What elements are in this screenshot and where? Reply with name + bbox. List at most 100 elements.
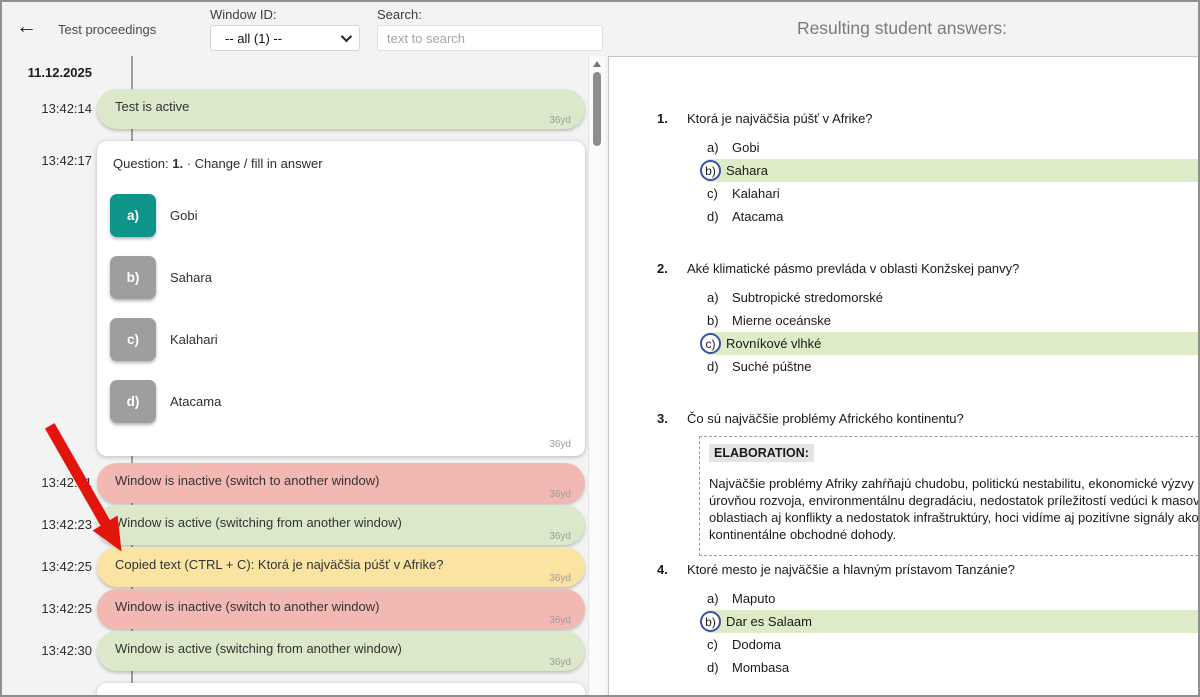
event-time: 13:42:25: [2, 589, 92, 616]
answer-option-row: b)Sahara: [110, 256, 569, 299]
question-body: Ktoré mesto je najväčšie a hlavným príst…: [687, 562, 1198, 679]
answer-option-row: a) Gobi: [110, 194, 569, 237]
option-row: a)Maputo: [707, 587, 1198, 610]
question-text: Aké klimatické pásmo prevláda v oblasti …: [687, 261, 1198, 276]
question-text: Čo sú najväčšie problémy Afrického konti…: [687, 411, 1198, 426]
window-id-selected-value: -- all (1) --: [225, 31, 335, 46]
results-title: Resulting student answers:: [606, 18, 1198, 39]
answer-option-button: c): [110, 318, 156, 361]
question-number: 1.: [172, 156, 183, 171]
option-row: d)Suché púštne: [707, 355, 1198, 378]
timeline-event-row: 13:42:25 Window is inactive (switch to an…: [2, 589, 588, 629]
top-bar: ← Test proceedings Window ID: -- all (1)…: [2, 2, 1198, 56]
event-card[interactable]: Window is inactive (switch to another wi…: [97, 589, 585, 629]
timeline-event-row: 13:42:25 Copied text (CTRL + C): Ktorá je…: [2, 547, 588, 587]
event-badge: 36yd: [549, 573, 571, 584]
question-title-prefix: Question:: [113, 156, 172, 171]
option-text: Maputo: [732, 591, 775, 606]
timeline-event-row: 13:42:23 Window is active (switching from…: [2, 505, 588, 545]
option-letter: a): [707, 140, 732, 155]
option-text: Gobi: [732, 140, 759, 155]
elaboration-text-line: Najväčšie problémy Afriky zahŕňajú chudo…: [709, 475, 1198, 492]
event-badge: 36yd: [549, 439, 571, 450]
question-number: 2.: [657, 261, 687, 378]
option-text: Dar es Salaam: [726, 614, 812, 629]
selected-option-row: c)Rovníkové vlhké: [707, 332, 1198, 355]
timeline-event-row: 13:42:30Window is active (switching from…: [2, 631, 588, 671]
event-badge: 36yd: [549, 657, 571, 668]
event-text: Window is active (switching from another…: [115, 515, 402, 530]
scrollbar-thumb[interactable]: [593, 72, 601, 146]
event-text: Window is inactive (switch to another wi…: [115, 599, 379, 614]
question-event-card[interactable]: Question: 1. · Change / fill in answer: [97, 683, 585, 695]
event-text: Window is inactive (switch to another wi…: [115, 473, 379, 488]
question-body: Ktorá je najväčšia púšť v Afrike? a)Gobib…: [687, 111, 1198, 228]
option-letter: d): [707, 660, 732, 675]
option-row: d)Mombasa: [707, 656, 1198, 679]
window-id-select[interactable]: -- all (1) --: [210, 25, 360, 51]
event-time: 13:42:21: [2, 463, 92, 490]
option-text: Mombasa: [732, 660, 789, 675]
question-text: Ktorá je najväčšia púšť v Afrike?: [687, 111, 1198, 126]
option-text: Atacama: [732, 209, 783, 224]
question-body: Aké klimatické pásmo prevláda v oblasti …: [687, 261, 1198, 378]
option-letter: c): [707, 637, 732, 652]
question-text: Ktoré mesto je najväčšie a hlavným príst…: [687, 562, 1198, 577]
event-text: Copied text (CTRL + C): Ktorá je najväčš…: [115, 557, 443, 572]
content-area: 11.12.2025 13:42:14Test is active36yd 13:…: [2, 56, 1198, 695]
option-row: c)Dodoma: [707, 633, 1198, 656]
scrollbar-up-arrow[interactable]: [593, 61, 601, 67]
event-card[interactable]: Test is active36yd: [97, 89, 585, 129]
option-letter: b): [700, 160, 721, 181]
option-text: Dodoma: [732, 637, 781, 652]
answer-option-button: b): [110, 256, 156, 299]
option-text: Mierne oceánske: [732, 313, 831, 328]
timeline-date: 11.12.2025: [2, 56, 92, 89]
event-time: 13:42:30: [2, 683, 92, 695]
option-text: Sahara: [726, 163, 768, 178]
timeline-event-row: 13:42:17Question: 1. · Change / fill in …: [2, 141, 588, 456]
question-title-suffix: · Change / fill in answer: [183, 156, 322, 171]
question-block: 3.Čo sú najväčšie problémy Afrického kon…: [657, 411, 1198, 556]
answers-panel: 1.Ktorá je najväčšia púšť v Afrike?a)Gob…: [605, 56, 1198, 695]
event-card[interactable]: Window is inactive (switch to another wi…: [97, 463, 585, 503]
answer-option-row: d)Atacama: [110, 380, 569, 423]
window-id-label: Window ID:: [210, 7, 276, 22]
event-time: 13:42:23: [2, 505, 92, 532]
event-badge: 36yd: [549, 115, 571, 126]
option-letter: c): [707, 186, 732, 201]
event-time: 13:42:14: [2, 89, 92, 116]
timeline-scrollbar[interactable]: [588, 56, 605, 695]
event-card[interactable]: Copied text (CTRL + C): Ktorá je najväčš…: [97, 547, 585, 587]
answer-option-label: Gobi: [170, 208, 197, 223]
option-letter: d): [707, 209, 732, 224]
answer-options: a)Gobib)Saharac)Kalaharid)Atacama: [110, 194, 569, 423]
option-letter: b): [700, 611, 721, 632]
answer-option-button: d): [110, 380, 156, 423]
event-card[interactable]: Window is active (switching from another…: [97, 505, 585, 545]
option-letter: a): [707, 290, 732, 305]
event-badge: 36yd: [549, 615, 571, 626]
question-block: 1.Ktorá je najväčšia púšť v Afrike? a)Gob…: [657, 111, 1198, 228]
page-title: Test proceedings: [58, 22, 156, 37]
event-badge: 36yd: [549, 489, 571, 500]
question-number: 1.: [657, 111, 687, 228]
question-block: 4.Ktoré mesto je najväčšie a hlavným prí…: [657, 562, 1198, 679]
option-row: a)Gobi: [707, 136, 1198, 159]
option-row: a)Subtropické stredomorské: [707, 286, 1198, 309]
app-window: ← Test proceedings Window ID: -- all (1)…: [0, 0, 1200, 697]
back-icon[interactable]: ←: [16, 16, 37, 37]
option-letter: d): [707, 359, 732, 374]
question-block: 2.Aké klimatické pásmo prevláda v oblast…: [657, 261, 1198, 378]
question-event-card[interactable]: Question: 1. · Change / fill in answer a)…: [97, 141, 585, 456]
event-card[interactable]: Window is active (switching from another…: [97, 631, 585, 671]
option-letter: b): [707, 313, 732, 328]
elaboration-text-line: úrovňou rozvoja, environmentálnu degradá…: [709, 492, 1198, 509]
option-text: Subtropické stredomorské: [732, 290, 883, 305]
event-time: 13:42:25: [2, 547, 92, 574]
search-input[interactable]: [377, 25, 603, 51]
timeline-panel: 11.12.2025 13:42:14Test is active36yd 13:…: [2, 56, 588, 695]
selected-option-row: b)Dar es Salaam: [707, 610, 1198, 633]
answer-option-button: a): [110, 194, 156, 237]
question-number: 3.: [657, 411, 687, 556]
